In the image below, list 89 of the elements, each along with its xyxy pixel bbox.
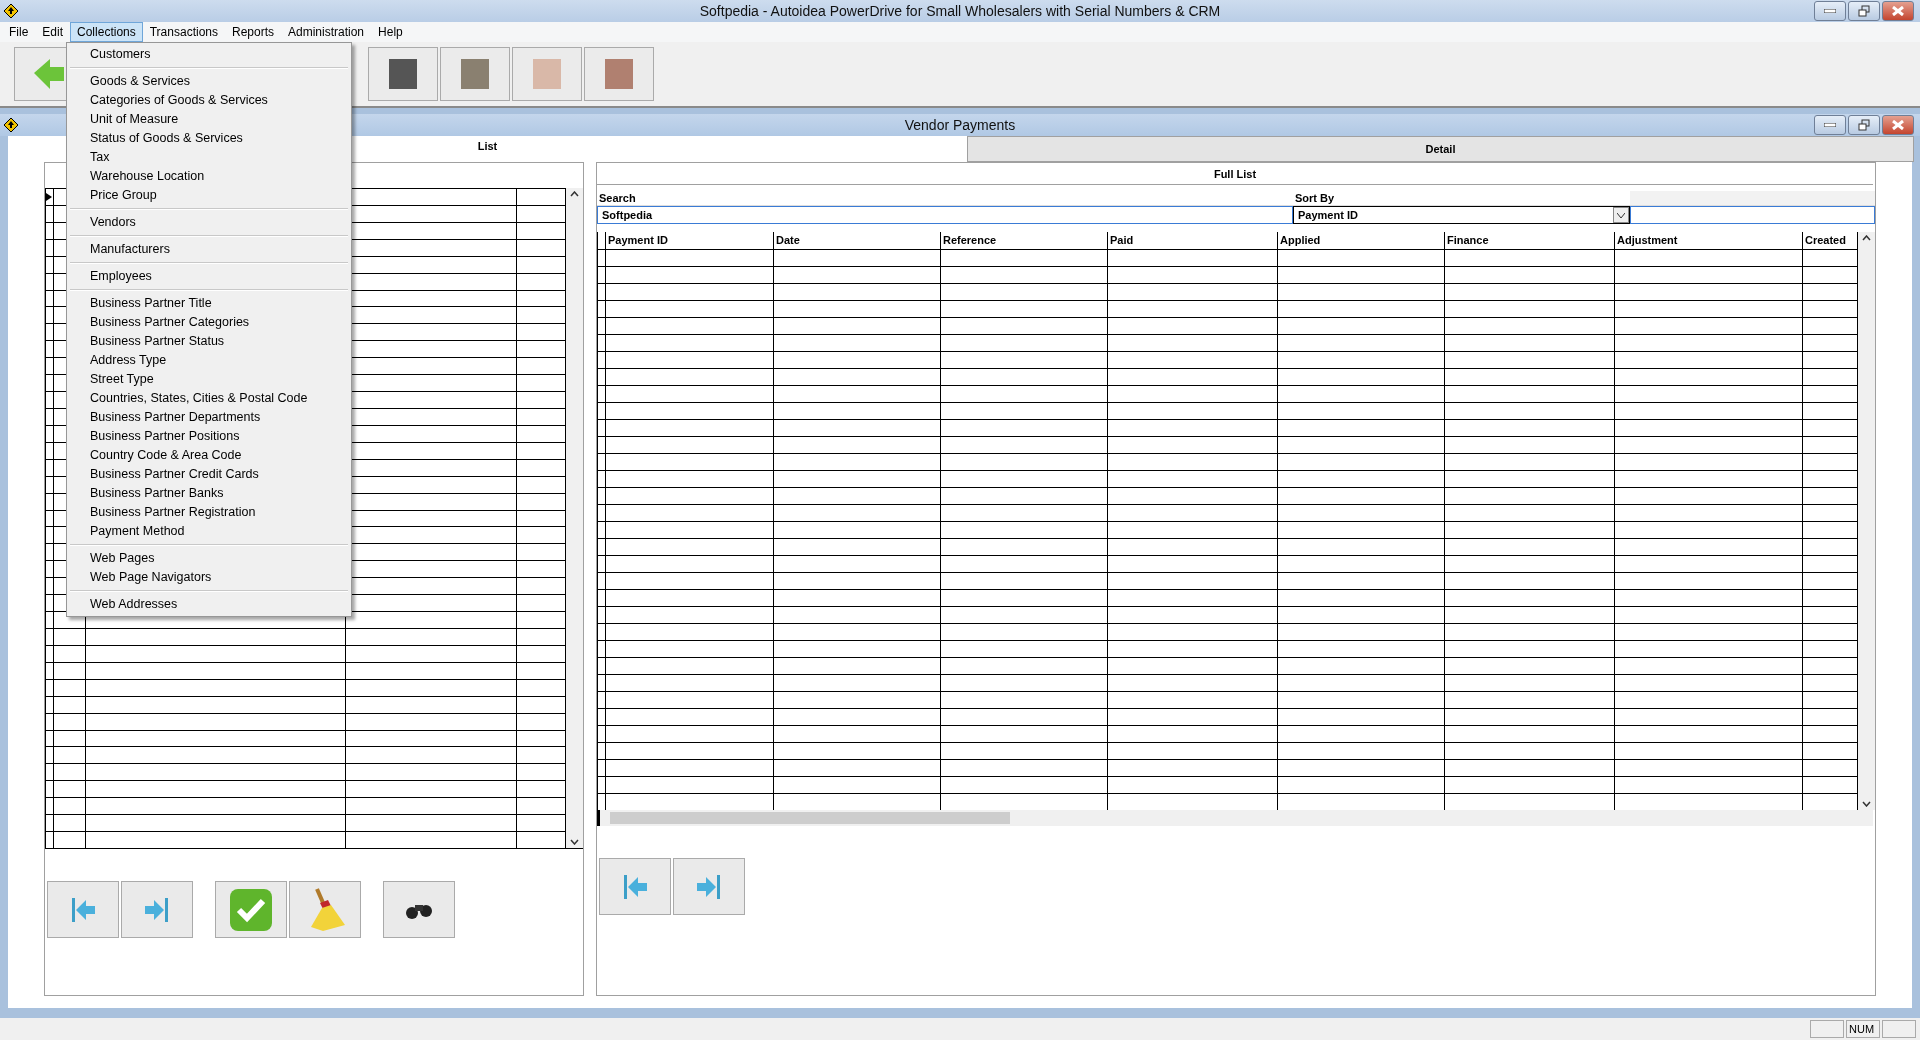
arrow-icon xyxy=(32,57,66,91)
menu-entry[interactable]: Warehouse Location xyxy=(67,167,351,186)
menu-entry[interactable]: Business Partner Credit Cards xyxy=(67,465,351,484)
photo-placeholder xyxy=(389,59,417,89)
sort-dropdown[interactable]: Payment ID xyxy=(1293,206,1630,224)
field-label: Sort By xyxy=(1293,191,1630,206)
menu-entry[interactable]: Payment Method xyxy=(67,522,351,541)
subtab[interactable]: Full List xyxy=(597,164,1873,185)
restore-icon xyxy=(1858,119,1870,131)
minimize-button[interactable] xyxy=(1814,115,1846,135)
menu-entry[interactable]: Web Addresses xyxy=(67,595,351,614)
column-header[interactable]: Finance xyxy=(1445,232,1615,249)
first-button[interactable] xyxy=(47,881,119,938)
minimize-icon xyxy=(1824,9,1836,13)
restore-icon xyxy=(1858,5,1870,17)
menu-item[interactable]: Administration xyxy=(281,22,372,42)
menu-entry[interactable]: Business Partner Status xyxy=(67,332,351,351)
menu-item[interactable]: File xyxy=(2,22,36,42)
menu-item[interactable]: Edit xyxy=(35,22,71,42)
restore-button[interactable] xyxy=(1848,1,1880,21)
menu-entry[interactable]: Country Code & Area Code xyxy=(67,446,351,465)
menu-entry[interactable]: Street Type xyxy=(67,370,351,389)
restore-button[interactable] xyxy=(1848,115,1880,135)
menu-entry[interactable]: Address Type xyxy=(67,351,351,370)
toolbar-button[interactable] xyxy=(440,47,510,101)
toolbar-button[interactable] xyxy=(584,47,654,101)
minimize-icon xyxy=(1824,123,1836,127)
menu-entry[interactable]: Employees xyxy=(67,267,351,286)
save-button[interactable] xyxy=(215,881,287,938)
scrollbar[interactable] xyxy=(597,810,1873,826)
photo-placeholder xyxy=(461,59,489,89)
app-logo-icon xyxy=(3,117,19,133)
scroll-down-icon[interactable] xyxy=(570,839,579,845)
window-title: Softpedia - Autoidea PowerDrive for Small Wholesalers with Serial Numbers & CRM xyxy=(699,3,1221,19)
menu-entry[interactable]: Customers xyxy=(67,45,351,64)
menu-item[interactable]: Collections xyxy=(70,22,143,42)
menu-entry[interactable]: Price Group xyxy=(67,186,351,205)
menu-item[interactable]: Help xyxy=(371,22,410,42)
menu-entry[interactable]: Business Partner Title xyxy=(67,294,351,313)
column-header[interactable]: Paid xyxy=(1108,232,1278,249)
toolbar-button[interactable] xyxy=(368,47,438,101)
field-label: Search xyxy=(597,191,1293,206)
menu-entry[interactable]: Business Partner Banks xyxy=(67,484,351,503)
menu-entry[interactable]: Countries, States, Cities & Postal Code xyxy=(67,389,351,408)
close-icon xyxy=(1892,120,1904,130)
menu-entry[interactable]: Web Page Navigators xyxy=(67,568,351,587)
column-header[interactable]: Adjustment xyxy=(1615,232,1803,249)
menu-entry[interactable]: Business Partner Departments xyxy=(67,408,351,427)
scrollbar[interactable] xyxy=(566,188,583,848)
search-field[interactable]: Softpedia xyxy=(597,206,1293,224)
input-field[interactable] xyxy=(1630,206,1875,224)
app-logo-icon xyxy=(3,3,19,19)
menu-entry[interactable]: Business Partner Positions xyxy=(67,427,351,446)
chevron-down-icon xyxy=(1617,212,1625,218)
menu-entry[interactable]: Unit of Measure xyxy=(67,110,351,129)
menu-entry[interactable]: Web Pages xyxy=(67,549,351,568)
scroll-down-icon[interactable] xyxy=(1862,801,1871,807)
menu-item[interactable]: Reports xyxy=(225,22,281,42)
photo-placeholder xyxy=(533,59,561,89)
menu-entry[interactable]: Manufacturers xyxy=(67,240,351,259)
menu-item[interactable]: Transactions xyxy=(142,22,225,42)
column-header[interactable]: Payment ID xyxy=(606,232,774,249)
minimize-button[interactable] xyxy=(1814,1,1846,21)
status-panel xyxy=(1810,1020,1844,1038)
column-header[interactable]: Date xyxy=(774,232,941,249)
menu-entry[interactable]: Vendors xyxy=(67,213,351,232)
checkmark-icon xyxy=(228,886,274,933)
scrollbar[interactable] xyxy=(1858,232,1875,810)
column-header[interactable]: Applied xyxy=(1278,232,1445,249)
find-button[interactable] xyxy=(383,881,455,938)
last-button[interactable] xyxy=(673,858,745,915)
menu-entry[interactable]: Categories of Goods & Services xyxy=(67,91,351,110)
column-header[interactable]: Reference xyxy=(941,232,1108,249)
status-indicator: NUM xyxy=(1846,1020,1880,1038)
window-title: Vendor Payments xyxy=(904,117,1016,133)
first-button[interactable] xyxy=(599,858,671,915)
status-panel xyxy=(1882,1020,1916,1038)
menu-entry[interactable]: Goods & Services xyxy=(67,72,351,91)
scroll-up-icon[interactable] xyxy=(1862,235,1871,241)
photo-placeholder xyxy=(605,59,633,89)
close-button[interactable] xyxy=(1882,1,1914,21)
clear-button[interactable] xyxy=(289,881,361,938)
tab[interactable]: Detail xyxy=(967,136,1914,162)
close-icon xyxy=(1892,6,1904,16)
menu-entry[interactable]: Business Partner Categories xyxy=(67,313,351,332)
last-button[interactable] xyxy=(121,881,193,938)
menu-entry[interactable]: Business Partner Registration xyxy=(67,503,351,522)
close-button[interactable] xyxy=(1882,115,1914,135)
scroll-up-icon[interactable] xyxy=(570,191,579,197)
